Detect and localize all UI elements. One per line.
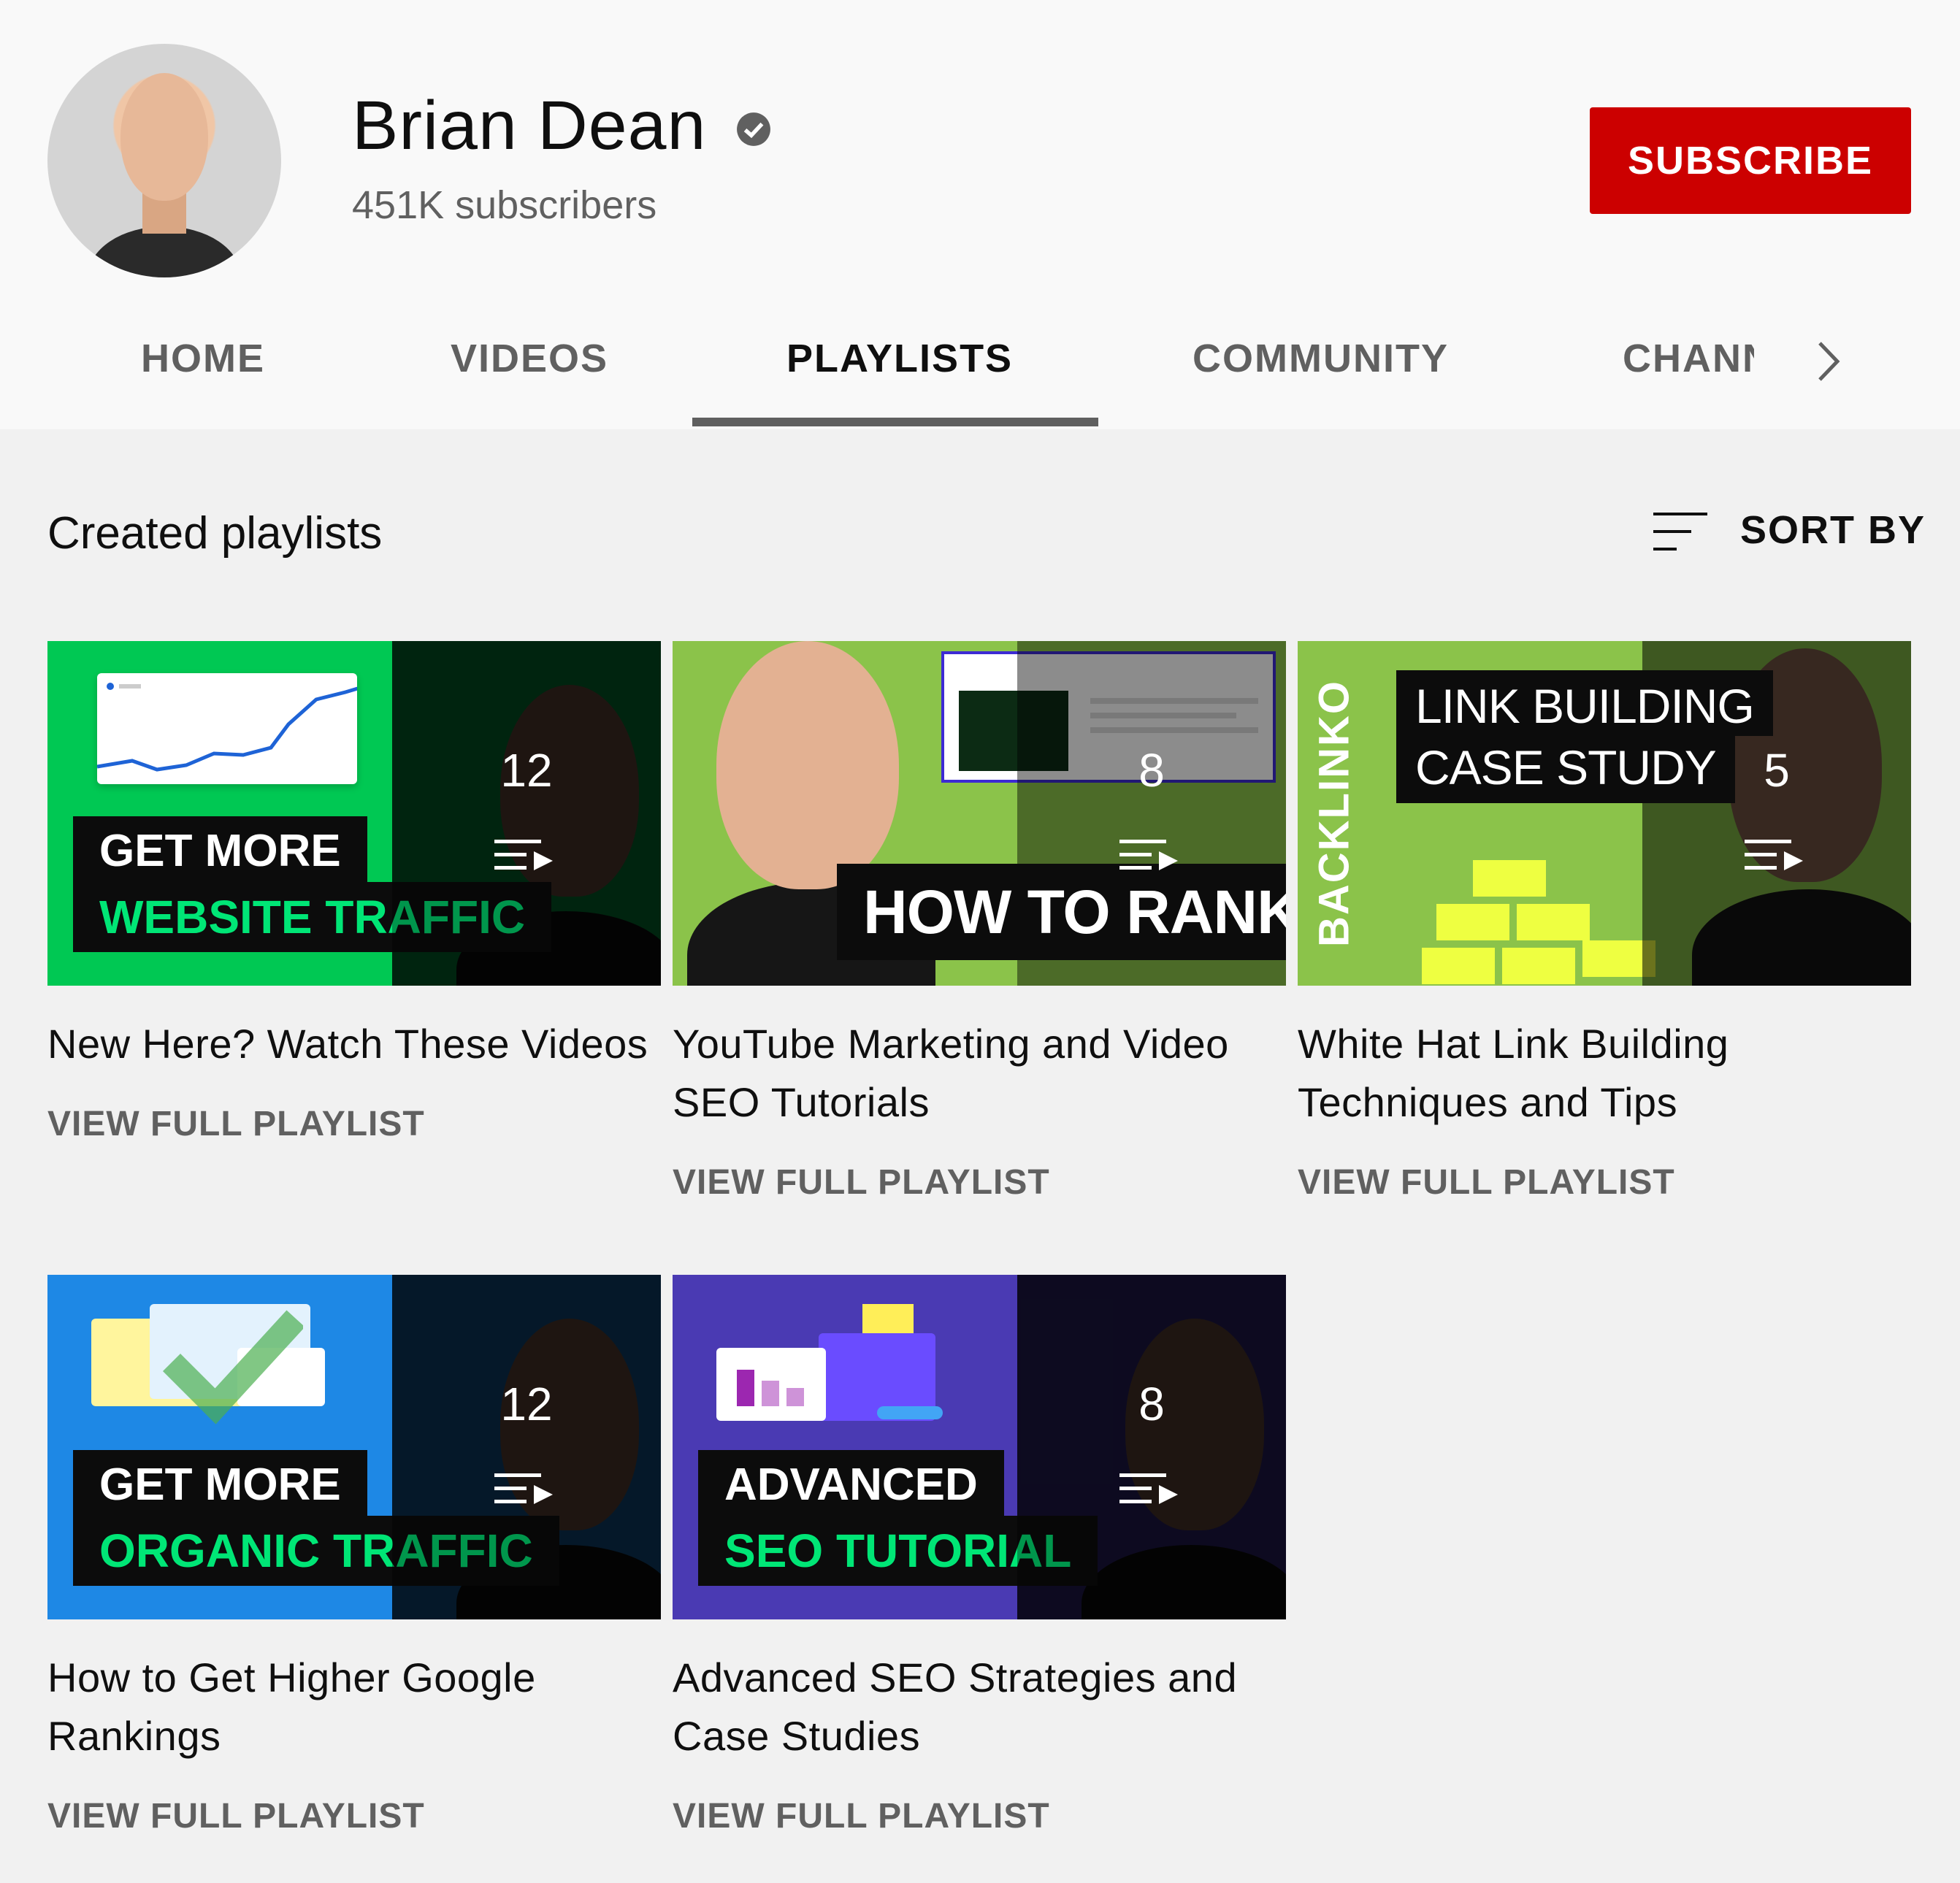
- playlist-thumbnail[interactable]: GET MORE WEBSITE TRAFFIC 12: [47, 641, 661, 986]
- dashboard-graphic: [716, 1304, 965, 1428]
- channel-name[interactable]: Brian Dean: [352, 86, 772, 166]
- verified-check-icon: [737, 112, 771, 146]
- playlist-card[interactable]: BACKLINKO LINK BUILDING CASE STUDY 5 Whi…: [1298, 641, 1911, 1203]
- thumbnail-banner-line1: GET MORE: [73, 1450, 367, 1516]
- playlist-card[interactable]: GET MORE ORGANIC TRAFFIC 12 How to Get H…: [47, 1275, 661, 1836]
- playlist-title[interactable]: Advanced SEO Strategies and Case Studies: [673, 1649, 1286, 1765]
- channel-avatar[interactable]: [47, 44, 281, 277]
- subscriber-count: 451K subscribers: [352, 183, 657, 227]
- section-title: Created playlists: [47, 508, 383, 559]
- tab-community[interactable]: COMMUNITY: [1193, 336, 1449, 381]
- brick-graphic: [1422, 860, 1663, 986]
- thumbnail-overlay-shade: [392, 1275, 661, 1619]
- playlist-icon: [1745, 840, 1803, 870]
- playlist-icon: [1119, 1473, 1178, 1504]
- sort-icon[interactable]: [1652, 510, 1710, 553]
- playlist-thumbnail[interactable]: ADVANCED SEO TUTORIAL 8: [673, 1275, 1286, 1619]
- video-count: 8: [1138, 1378, 1165, 1430]
- playlist-title[interactable]: New Here? Watch These Videos: [47, 1015, 661, 1073]
- active-tab-indicator: [692, 418, 1098, 426]
- tab-videos[interactable]: VIDEOS: [451, 336, 608, 381]
- view-full-playlist-link[interactable]: VIEW FULL PLAYLIST: [673, 1162, 1286, 1203]
- video-count: 12: [500, 744, 553, 797]
- playlist-card[interactable]: HOW TO RANK #1 8 YouTube Marketing and V…: [673, 641, 1286, 1203]
- thumbnail-overlay-shade: [392, 641, 661, 986]
- video-count: 12: [500, 1378, 553, 1430]
- channel-header: Brian Dean 451K subscribers SUBSCRIBE HO…: [0, 0, 1960, 429]
- video-count: 8: [1138, 744, 1165, 797]
- playlist-card[interactable]: GET MORE WEBSITE TRAFFIC 12 New Here? Wa…: [47, 641, 661, 1144]
- thumbnail-side-strip: BACKLINKO: [1298, 641, 1371, 986]
- subscribe-button[interactable]: SUBSCRIBE: [1590, 107, 1911, 214]
- sort-by-button[interactable]: SORT BY: [1740, 507, 1926, 553]
- tab-channels[interactable]: CHANNELS: [1623, 336, 1754, 381]
- view-full-playlist-link[interactable]: VIEW FULL PLAYLIST: [47, 1796, 661, 1836]
- view-full-playlist-link[interactable]: VIEW FULL PLAYLIST: [673, 1796, 1286, 1836]
- chart-graphic: [96, 673, 375, 784]
- playlist-icon: [494, 840, 553, 870]
- playlist-card[interactable]: ADVANCED SEO TUTORIAL 8 Advanced SEO Str…: [673, 1275, 1286, 1836]
- playlist-thumbnail[interactable]: GET MORE ORGANIC TRAFFIC 12: [47, 1275, 661, 1619]
- playlist-icon: [1119, 840, 1178, 870]
- thumbnail-overlay-shade: [1017, 1275, 1286, 1619]
- browser-graphic: [91, 1304, 340, 1428]
- tab-home[interactable]: HOME: [141, 336, 265, 381]
- view-full-playlist-link[interactable]: VIEW FULL PLAYLIST: [47, 1104, 661, 1144]
- chevron-right-icon[interactable]: [1811, 336, 1848, 387]
- playlist-title[interactable]: White Hat Link Building Techniques and T…: [1298, 1015, 1911, 1132]
- playlist-thumbnail[interactable]: BACKLINKO LINK BUILDING CASE STUDY 5: [1298, 641, 1911, 986]
- thumbnail-banner-line1: ADVANCED: [698, 1450, 1004, 1516]
- thumbnail-banner-line1: GET MORE: [73, 816, 367, 882]
- playlist-title[interactable]: YouTube Marketing and Video SEO Tutorial…: [673, 1015, 1286, 1132]
- playlist-thumbnail[interactable]: HOW TO RANK #1 8: [673, 641, 1286, 986]
- channel-tabs: HOME VIDEOS PLAYLISTS COMMUNITY CHANNELS: [0, 307, 1960, 429]
- thumbnail-banner-line1: LINK BUILDING: [1396, 670, 1773, 736]
- channel-name-text: Brian Dean: [352, 87, 707, 164]
- playlist-icon: [494, 1473, 553, 1504]
- video-count: 5: [1764, 744, 1790, 797]
- view-full-playlist-link[interactable]: VIEW FULL PLAYLIST: [1298, 1162, 1911, 1203]
- thumbnail-side-label: BACKLINKO: [1310, 680, 1358, 947]
- thumbnail-banner-line1: HOW TO RANK #1: [837, 864, 1286, 960]
- tab-playlists[interactable]: PLAYLISTS: [786, 336, 1013, 381]
- playlist-title[interactable]: How to Get Higher Google Rankings: [47, 1649, 661, 1765]
